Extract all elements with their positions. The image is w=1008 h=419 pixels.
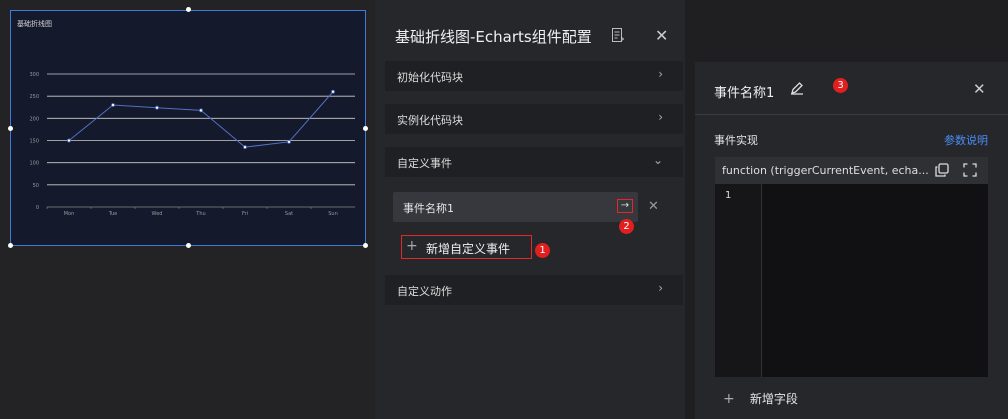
x-tick-label: Mon bbox=[64, 211, 75, 217]
line-number: 1 bbox=[725, 190, 732, 201]
step-badge-1: 1 bbox=[535, 243, 550, 258]
config-panel: 基础折线图-Echarts组件配置 ✕ 初始化代码块 › 实例化代码块 › 自定… bbox=[375, 0, 685, 419]
add-field-label: 新增字段 bbox=[749, 392, 798, 406]
event-close-button[interactable]: ✕ bbox=[973, 80, 986, 98]
open-event-arrow-button[interactable]: → bbox=[617, 199, 633, 213]
x-tick-label: Thu bbox=[195, 211, 205, 217]
resize-handle-top[interactable] bbox=[186, 7, 191, 12]
y-tick-label: 250 bbox=[29, 94, 39, 100]
param-doc-link[interactable]: 参数说明 bbox=[944, 132, 988, 148]
data-point bbox=[111, 103, 115, 107]
copy-icon[interactable] bbox=[935, 163, 949, 177]
resize-handle-bottom[interactable] bbox=[186, 243, 191, 248]
resize-handle-right[interactable] bbox=[363, 126, 368, 131]
y-tick-label: 300 bbox=[29, 72, 39, 78]
data-point bbox=[287, 139, 291, 144]
design-canvas: 基础折线图 0 50 100 150 200 250 300 Mon Tue Wed Thu Fri S… bbox=[0, 0, 375, 419]
add-custom-event-button[interactable]: + 新增自定义事件 bbox=[401, 235, 532, 259]
section-label: 实例化代码块 bbox=[397, 114, 463, 127]
editor-toolbar: function (triggerCurrentEvent, echa... bbox=[715, 157, 988, 184]
config-close-button[interactable]: ✕ bbox=[655, 26, 668, 45]
section-instance-code[interactable]: 实例化代码块 › bbox=[385, 104, 683, 134]
add-field-button[interactable]: + 新增字段 bbox=[723, 388, 798, 407]
y-tick-label: 50 bbox=[33, 183, 39, 189]
plus-icon: + bbox=[723, 391, 735, 407]
data-point bbox=[243, 145, 247, 150]
x-tick-label: Sun bbox=[328, 211, 338, 217]
resize-handle-bottom-left[interactable] bbox=[8, 243, 13, 248]
series-line bbox=[68, 91, 334, 148]
y-tick-label: 150 bbox=[29, 139, 39, 145]
add-event-label: 新增自定义事件 bbox=[426, 242, 511, 256]
event-header: 事件名称1 3 ✕ bbox=[695, 62, 1008, 115]
x-tick-label: Wed bbox=[152, 211, 163, 217]
document-icon[interactable] bbox=[612, 28, 624, 42]
data-point bbox=[331, 89, 335, 94]
delete-event-icon[interactable]: ✕ bbox=[648, 199, 659, 214]
code-input-area[interactable] bbox=[762, 184, 988, 377]
section-label: 自定义动作 bbox=[397, 285, 452, 298]
fullscreen-icon[interactable] bbox=[963, 163, 977, 177]
resize-handle-left[interactable] bbox=[8, 126, 13, 131]
step-badge-3: 3 bbox=[833, 78, 848, 93]
chevron-down-icon: ⌄ bbox=[652, 153, 663, 167]
x-tick-label: Sat bbox=[285, 211, 293, 217]
config-header: 基础折线图-Echarts组件配置 ✕ bbox=[375, 18, 685, 50]
config-title: 基础折线图-Echarts组件配置 bbox=[395, 28, 592, 46]
data-point bbox=[199, 108, 203, 113]
chevron-right-icon: › bbox=[658, 67, 663, 81]
section-label: 初始化代码块 bbox=[397, 71, 463, 84]
code-editor: function (triggerCurrentEvent, echa... 1 bbox=[715, 157, 988, 377]
x-tick-label: Fri bbox=[242, 211, 248, 217]
pencil-icon[interactable] bbox=[790, 81, 804, 95]
section-custom-events[interactable]: 自定义事件 ⌄ bbox=[385, 147, 683, 177]
section-label: 自定义事件 bbox=[397, 157, 452, 170]
y-tick-label: 100 bbox=[29, 161, 39, 167]
resize-handle-bottom-right[interactable] bbox=[363, 243, 368, 248]
chart-component[interactable]: 基础折线图 0 50 100 150 200 250 300 Mon Tue Wed Thu Fri S… bbox=[10, 10, 366, 246]
event-item-label: 事件名称1 bbox=[403, 202, 454, 215]
event-detail-panel: 事件名称1 3 ✕ 事件实现 参数说明 function (triggerCur… bbox=[695, 62, 1008, 419]
section-init-code[interactable]: 初始化代码块 › bbox=[385, 61, 683, 91]
x-tick-label: Tue bbox=[108, 211, 118, 217]
event-title: 事件名称1 bbox=[714, 86, 775, 101]
plus-icon: + bbox=[406, 238, 418, 254]
event-impl-label: 事件实现 bbox=[714, 134, 758, 147]
chevron-right-icon: › bbox=[658, 110, 663, 124]
data-point bbox=[155, 105, 159, 110]
y-tick-label: 200 bbox=[29, 116, 39, 122]
line-chart: 0 50 100 150 200 250 300 Mon Tue Wed Thu Fri Sat Sun bbox=[29, 72, 355, 217]
step-badge-2: 2 bbox=[619, 219, 634, 234]
line-gutter bbox=[715, 184, 762, 377]
data-point bbox=[67, 138, 71, 143]
section-custom-actions[interactable]: 自定义动作 › bbox=[385, 275, 683, 305]
custom-event-item[interactable]: 事件名称1 bbox=[393, 192, 638, 222]
function-signature: function (triggerCurrentEvent, echa... bbox=[722, 164, 929, 177]
y-tick-label: 0 bbox=[36, 205, 39, 211]
chevron-right-icon: › bbox=[658, 281, 663, 295]
